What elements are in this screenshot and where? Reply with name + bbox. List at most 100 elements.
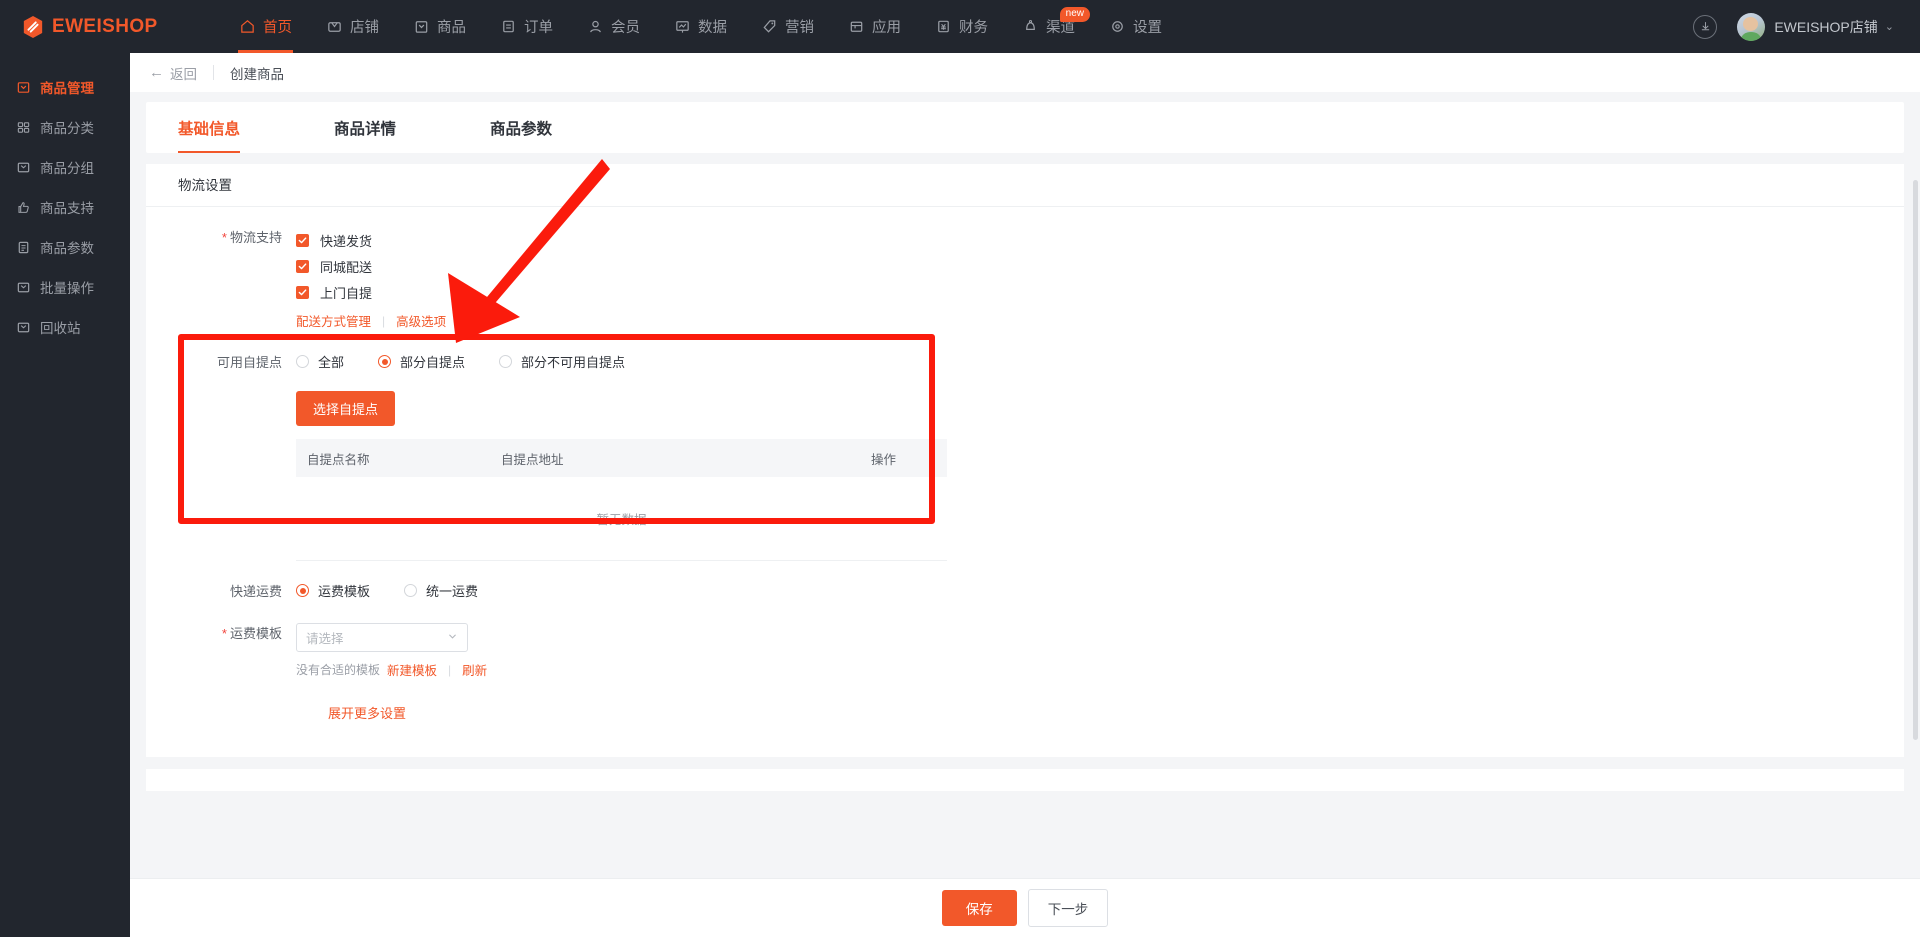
batch-icon: [16, 280, 31, 295]
thumbsup-icon: [16, 200, 31, 215]
logistics-settings-section: 物流设置 * 物流支持 快递发货 同城配送 上门自提 配送方式管理 | 高级选项…: [146, 164, 1904, 757]
checkbox-icon[interactable]: [296, 285, 309, 299]
avatar[interactable]: [1737, 12, 1766, 41]
radio-label-0: 全部: [318, 355, 345, 370]
pickup-points-content: 全部 部分自提点 部分不可用自提点 选择自提点 自提点名称 自提点地址 操作 暂…: [296, 352, 947, 561]
goods-icon: [413, 18, 430, 35]
nav-item-finance-8[interactable]: 财务: [918, 0, 1005, 53]
member-icon: [587, 18, 604, 35]
expand-more-row: 展开更多设置: [146, 703, 1904, 723]
tab-label-0: 基础信息: [178, 120, 241, 138]
table-header-row: 自提点名称 自提点地址 操作: [296, 439, 947, 477]
tab-goods-params[interactable]: 商品参数: [490, 102, 552, 153]
express-freight-label: 快递运费: [229, 584, 282, 599]
pickup-radio-group: 全部 部分自提点 部分不可用自提点: [296, 352, 947, 371]
download-icon[interactable]: [1693, 14, 1718, 39]
delivery-method-manage-link[interactable]: 配送方式管理: [296, 311, 371, 330]
nav-label-5: 数据: [698, 20, 727, 36]
freight-radio-label-1: 统一运费: [426, 584, 479, 599]
top-nav-right: EWEISHOP店铺 ⌄: [1693, 12, 1894, 41]
nav-label-4: 会员: [611, 20, 640, 36]
nav-item-channel-9[interactable]: 渠道 new: [1005, 0, 1092, 53]
page-title: 创建商品: [230, 66, 284, 82]
required-star: *: [221, 626, 227, 641]
checkbox-icon[interactable]: [296, 233, 309, 247]
checkbox-express-delivery[interactable]: 快递发货: [296, 227, 446, 253]
support-label-text: 物流支持: [229, 230, 282, 245]
table-column-name: 自提点名称: [307, 452, 370, 467]
freight-template-label-text: 运费模板: [229, 626, 282, 641]
checkbox-label-0: 快递发货: [320, 233, 373, 249]
nav-item-marketing-6[interactable]: 营销: [744, 0, 831, 53]
expand-more-settings-link[interactable]: 展开更多设置: [328, 706, 406, 721]
footer-action-bar: 保存 下一步: [130, 878, 1920, 937]
sidebar-item-goods-support[interactable]: 商品支持: [0, 187, 130, 227]
refresh-link[interactable]: 刷新: [462, 660, 487, 679]
tab-label-2: 商品参数: [490, 120, 553, 138]
hint-text: 没有合适的模板: [296, 663, 381, 677]
radio-uniform-freight[interactable]: [404, 584, 418, 597]
sidebar-item-goods-params[interactable]: 商品参数: [0, 227, 130, 267]
tab-basic-info[interactable]: 基础信息: [178, 102, 241, 153]
back-button[interactable]: ← 返回: [149, 63, 197, 83]
logistics-support-row: * 物流支持 快递发货 同城配送 上门自提 配送方式管理 | 高级选项: [146, 227, 1904, 330]
nav-item-app-7[interactable]: 应用: [831, 0, 918, 53]
freight-template-select[interactable]: 请选择: [296, 623, 468, 652]
sidebar-item-goods-category[interactable]: 商品分类: [0, 107, 130, 147]
nav-item-goods-2[interactable]: 商品: [396, 0, 483, 53]
freight-radio-label-0: 运费模板: [318, 584, 371, 599]
next-step-button[interactable]: 下一步: [1027, 889, 1109, 927]
main-content-area: ← 返回 创建商品 基础信息 商品详情 商品参数 物流设置 * 物流支持 快递发…: [130, 53, 1920, 937]
sidebar-label-0: 商品管理: [40, 81, 94, 96]
nav-label-6: 营销: [785, 20, 814, 36]
link-divider: |: [382, 313, 386, 328]
radio-partial-pickup[interactable]: [378, 355, 392, 368]
tab-bar: 基础信息 商品详情 商品参数: [146, 102, 1904, 153]
nav-item-data-5[interactable]: 数据: [657, 0, 744, 53]
sidebar-label-1: 商品分类: [40, 121, 94, 136]
chevron-down-icon[interactable]: ⌄: [1885, 20, 1894, 33]
hint-divider: |: [448, 662, 452, 677]
save-button[interactable]: 保存: [941, 890, 1017, 926]
tab-label-1: 商品详情: [334, 120, 397, 138]
radio-all[interactable]: [296, 355, 309, 368]
shop-icon: [326, 18, 343, 35]
tab-goods-detail[interactable]: 商品详情: [334, 102, 396, 153]
checkbox-icon[interactable]: [296, 259, 309, 273]
app-icon: [848, 18, 865, 35]
nav-item-settings-10[interactable]: 设置: [1092, 0, 1179, 53]
back-label: 返回: [170, 66, 197, 82]
sidebar-item-goods-group[interactable]: 商品分组: [0, 147, 130, 187]
nav-item-order-3[interactable]: 订单: [483, 0, 570, 53]
table-column-action: 操作: [871, 452, 897, 467]
top-nav-items: 首页 店铺 商品 订单 会员 数据 营销 应用 财务 渠道 new 设置: [222, 0, 1179, 53]
tag-icon: [761, 18, 778, 35]
sidebar-label-4: 商品参数: [40, 241, 94, 256]
params-icon: [16, 240, 31, 255]
radio-freight-template[interactable]: [296, 584, 309, 597]
chart-icon: [674, 18, 691, 35]
brand-logo[interactable]: EWEISHOP: [22, 15, 212, 39]
sidebar-item-goods-management[interactable]: 商品管理: [0, 67, 130, 107]
new-template-link[interactable]: 新建模板: [387, 660, 437, 679]
express-freight-row: 快递运费 运费模板 统一运费: [146, 581, 1904, 603]
nav-item-member-4[interactable]: 会员: [570, 0, 657, 53]
sidebar-item-batch-operations[interactable]: 批量操作: [0, 267, 130, 307]
sidebar-label-3: 商品支持: [40, 201, 94, 216]
freight-template-placeholder: 请选择: [306, 632, 344, 646]
pickup-points-label: 可用自提点: [216, 355, 282, 370]
channel-icon: [1022, 18, 1039, 35]
nav-label-10: 设置: [1133, 20, 1162, 36]
pickup-points-row: 可用自提点 全部 部分自提点 部分不可用自提点 选择自提点 自提点名称 自提点地…: [146, 352, 1904, 561]
header-divider: [213, 65, 214, 80]
advanced-options-link[interactable]: 高级选项: [396, 311, 446, 330]
nav-item-home-0[interactable]: 首页: [222, 0, 309, 53]
sidebar-item-recycle-bin[interactable]: 回收站: [0, 307, 130, 347]
radio-partial-unavailable[interactable]: [499, 355, 513, 368]
checkbox-self-pickup[interactable]: 上门自提: [296, 279, 446, 305]
select-pickup-point-button[interactable]: 选择自提点: [296, 391, 396, 426]
table-empty-state: 暂无数据: [296, 477, 947, 561]
vertical-scrollbar[interactable]: [1913, 180, 1918, 740]
checkbox-local-delivery[interactable]: 同城配送: [296, 253, 446, 279]
nav-item-shop-1[interactable]: 店铺: [309, 0, 396, 53]
